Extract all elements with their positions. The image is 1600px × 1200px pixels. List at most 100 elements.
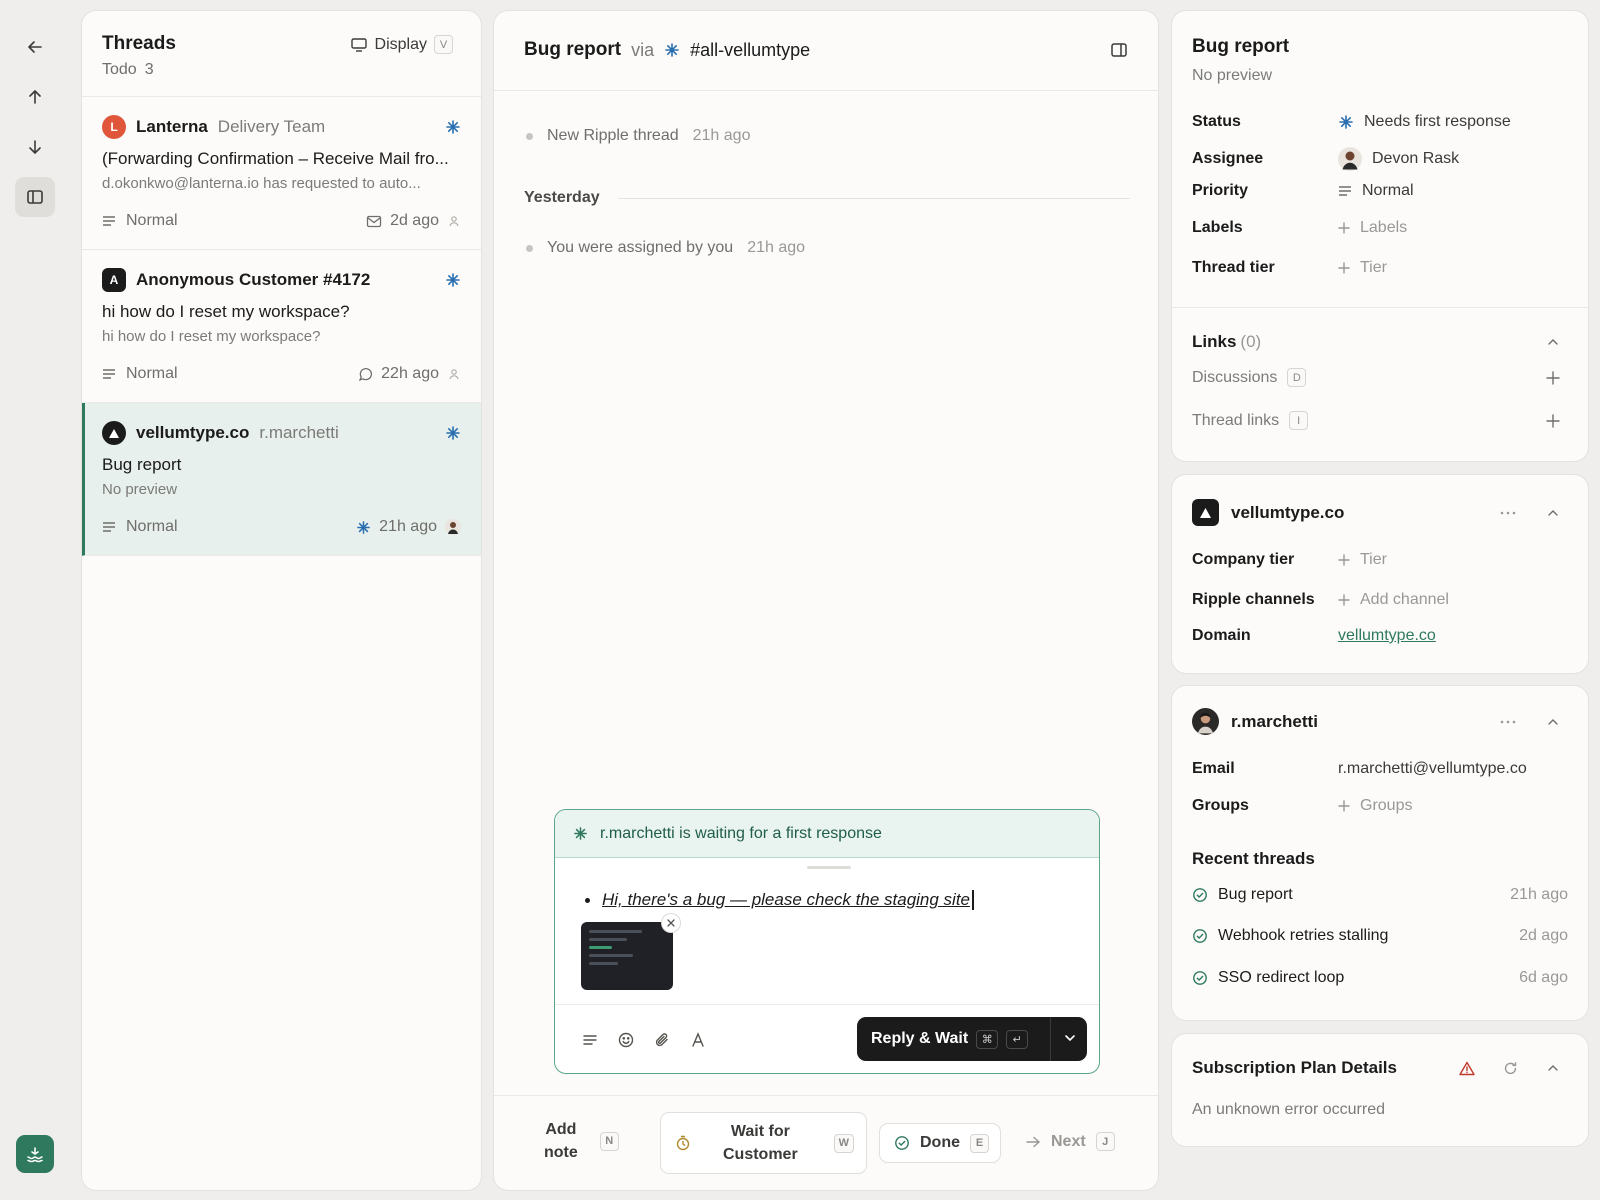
plus-icon xyxy=(1338,594,1350,606)
thread-tier-row[interactable]: Thread tier Tier xyxy=(1192,259,1568,277)
timeline-event: New Ripple thread 21h ago xyxy=(526,127,750,145)
more-options-button[interactable] xyxy=(1500,720,1516,724)
monitor-icon xyxy=(350,37,367,52)
unassigned-icon xyxy=(447,367,461,381)
wait-for-customer-button[interactable]: Wait for Customer W xyxy=(660,1112,867,1174)
attach-button[interactable] xyxy=(653,1031,671,1049)
sidebar-icon xyxy=(27,190,43,204)
thread-details-card: Bug report No preview Status Needs first… xyxy=(1172,11,1588,461)
collapse-button[interactable] xyxy=(1546,715,1560,729)
conversation-header: Bug report via #all-vellumtype xyxy=(494,11,1158,91)
add-thread-link-button[interactable] xyxy=(1546,413,1560,428)
toggle-details-button[interactable] xyxy=(1110,41,1128,59)
status-value: Needs first response xyxy=(1364,113,1511,130)
add-discussion-button[interactable] xyxy=(1546,370,1560,385)
draft-text: Hi, there's a bug — please check the sta… xyxy=(602,890,971,909)
more-options-button[interactable] xyxy=(1500,511,1516,515)
thread-subject: hi how do I reset my workspace? xyxy=(102,302,350,321)
reply-wait-label: Reply & Wait xyxy=(871,1030,969,1047)
org-name: vellumtype.co xyxy=(136,423,250,442)
org-avatar: A xyxy=(102,268,126,292)
emoji-button[interactable] xyxy=(617,1031,635,1049)
collapse-button[interactable] xyxy=(1546,506,1560,520)
plus-icon xyxy=(1338,262,1350,274)
previous-thread-button[interactable] xyxy=(15,77,55,117)
recent-thread-item[interactable]: Bug report 21h ago xyxy=(1192,886,1568,904)
labels-row[interactable]: Labels Labels xyxy=(1192,219,1568,237)
company-header: vellumtype.co xyxy=(1192,499,1560,526)
thread-preview: hi how do I reset my workspace? xyxy=(102,328,321,345)
done-button[interactable]: Done E xyxy=(879,1123,1001,1163)
discussions-shortcut: D xyxy=(1287,368,1307,387)
done-shortcut: E xyxy=(970,1133,989,1153)
subscription-error: An unknown error occurred xyxy=(1192,1101,1385,1118)
chevron-up-icon xyxy=(1548,509,1558,516)
thread-actions: Add note N Wait for Customer W Done E Ne… xyxy=(494,1095,1158,1190)
contact-name: r.marchetti xyxy=(259,423,339,442)
collapse-button[interactable] xyxy=(1546,1061,1560,1075)
next-thread-button[interactable] xyxy=(15,127,55,167)
timeline-event: You were assigned by you 21h ago xyxy=(526,239,805,257)
app-logo-button[interactable] xyxy=(16,1135,54,1173)
reply-wait-button[interactable]: Reply & Wait ⌘ ↵ xyxy=(857,1017,1087,1061)
threads-filter[interactable]: Todo 3 xyxy=(102,61,154,79)
next-shortcut: J xyxy=(1095,1132,1115,1151)
email-value[interactable]: r.marchetti@vellumtype.co xyxy=(1338,760,1527,778)
thread-item[interactable]: A Anonymous Customer #4172 hi how do I r… xyxy=(82,250,481,403)
thread-links-row[interactable]: Thread links I xyxy=(1192,411,1560,430)
unassigned-icon xyxy=(447,214,461,228)
recent-thread-item[interactable]: Webhook retries stalling 2d ago xyxy=(1192,927,1568,945)
ripple-channels-row[interactable]: Ripple channels Add channel xyxy=(1192,591,1568,609)
groups-row[interactable]: Groups Groups xyxy=(1192,797,1568,815)
thread-item-selected[interactable]: vellumtype.co r.marchetti Bug report No … xyxy=(82,403,481,556)
recent-thread-item[interactable]: SSO redirect loop 6d ago xyxy=(1192,969,1568,987)
thread-links-label: Thread links xyxy=(1192,411,1280,429)
assignee-avatar xyxy=(445,519,461,535)
remove-attachment-button[interactable] xyxy=(662,914,680,932)
chevron-up-icon xyxy=(1548,718,1558,725)
back-button[interactable] xyxy=(15,27,55,67)
email-label: Email xyxy=(1192,760,1235,777)
event-dot xyxy=(526,244,533,252)
refresh-button[interactable] xyxy=(1503,1061,1518,1076)
attachment-thumbnail[interactable] xyxy=(581,922,673,990)
priority-row[interactable]: Priority Normal xyxy=(1192,182,1568,200)
add-note-label-2: note xyxy=(544,1144,578,1161)
add-note-button[interactable]: Add note N xyxy=(544,1118,619,1164)
chevron-down-icon[interactable] xyxy=(1063,1031,1077,1045)
arrow-up-icon xyxy=(29,90,41,104)
check-circle-icon xyxy=(1193,888,1207,902)
resize-handle[interactable] xyxy=(807,866,851,869)
discussions-label: Discussions xyxy=(1192,368,1278,386)
font-style-button[interactable] xyxy=(689,1031,707,1049)
discussions-row[interactable]: Discussions D xyxy=(1192,368,1560,387)
threads-title: Threads xyxy=(102,33,176,54)
channel-name[interactable]: #all-vellumtype xyxy=(690,40,810,61)
priority-icon xyxy=(102,521,116,533)
done-label: Done xyxy=(920,1134,960,1151)
thread-item[interactable]: L Lanterna Delivery Team (Forwarding Con… xyxy=(82,97,481,250)
arrow-left-icon xyxy=(28,41,42,53)
chevron-up-icon xyxy=(1548,1065,1558,1071)
recent-thread-time: 6d ago xyxy=(1519,969,1568,986)
plus-icon xyxy=(1546,370,1560,385)
display-button[interactable]: Display V xyxy=(350,35,453,54)
assignee-row[interactable]: Assignee Devon Rask xyxy=(1192,147,1568,171)
domain-link[interactable]: vellumtype.co xyxy=(1338,627,1436,645)
toggle-sidebar-button[interactable] xyxy=(15,177,55,217)
refresh-icon xyxy=(1504,1061,1517,1074)
next-button[interactable]: Next J xyxy=(1025,1132,1115,1151)
text-format-button[interactable] xyxy=(581,1031,599,1049)
groups-value: Groups xyxy=(1360,797,1413,814)
status-row[interactable]: Status Needs first response xyxy=(1192,113,1568,131)
company-tier-row[interactable]: Company tier Tier xyxy=(1192,551,1568,569)
recent-thread-title: SSO redirect loop xyxy=(1218,969,1345,986)
links-header[interactable]: Links (0) xyxy=(1192,332,1560,352)
labels-value: Labels xyxy=(1360,219,1408,236)
company-tier-label: Company tier xyxy=(1192,551,1295,568)
font-icon xyxy=(692,1032,704,1047)
plus-icon xyxy=(1338,554,1350,566)
draft-editor[interactable]: Hi, there's a bug — please check the sta… xyxy=(585,890,975,910)
ripple-star-icon xyxy=(356,520,371,535)
via-label: via xyxy=(631,39,655,60)
